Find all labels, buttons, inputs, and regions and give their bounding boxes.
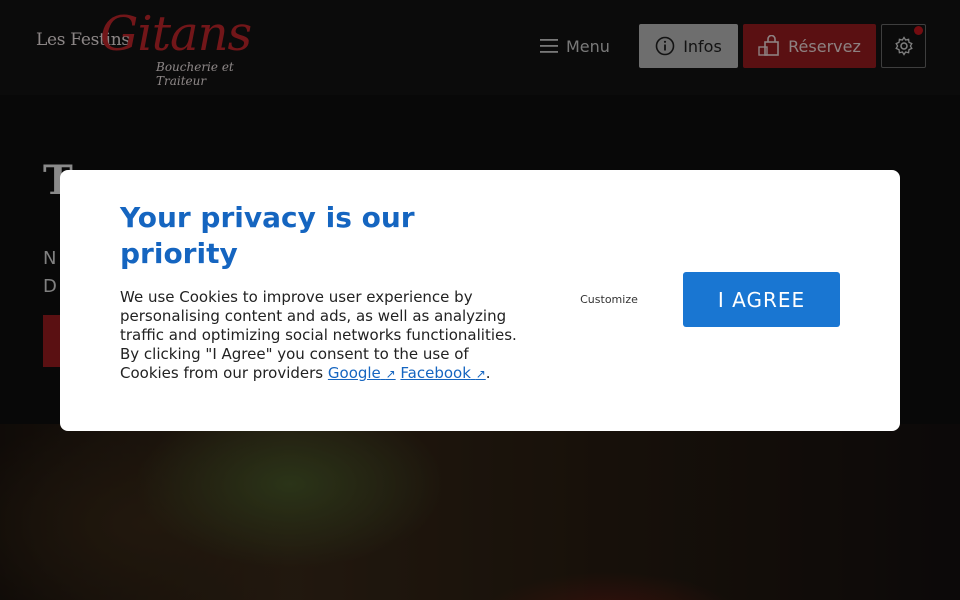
google-link[interactable]: Google ↗ [328,364,396,382]
google-link-label: Google [327,364,381,382]
dialog-body: We use Cookies to improve user experienc… [120,288,520,384]
customize-button[interactable]: Customize [572,290,646,310]
dialog-title: Your privacy is our priority [120,201,415,270]
cookie-consent-dialog: Your privacy is our priority We use Cook… [60,170,900,431]
facebook-link[interactable]: Facebook ↗ [400,364,485,382]
agree-button[interactable]: I AGREE [683,272,840,327]
external-link-icon: ↗ [385,367,396,381]
body-period: . [485,364,491,382]
external-link-icon: ↗ [475,367,486,381]
facebook-link-label: Facebook [400,364,471,382]
